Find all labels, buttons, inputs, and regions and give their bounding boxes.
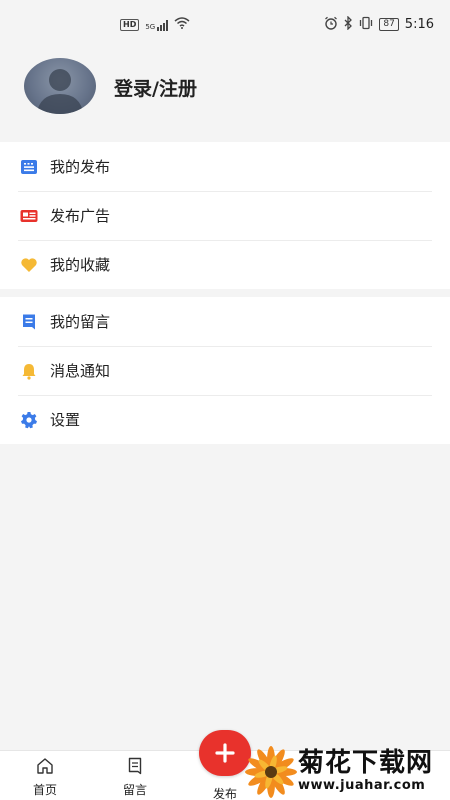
menu-label: 我的留言 bbox=[50, 313, 111, 331]
message-bookmark-icon bbox=[20, 313, 38, 331]
tab-label-messages: 留言 bbox=[122, 783, 147, 797]
menu-label: 我的收藏 bbox=[50, 256, 111, 274]
avatar[interactable] bbox=[24, 58, 96, 114]
watermark-url: www.juahar.com bbox=[298, 778, 426, 793]
hd-badge: HD bbox=[120, 18, 140, 31]
menu-item-favorites[interactable]: 我的收藏 bbox=[0, 240, 450, 289]
tab-home[interactable]: 首页 bbox=[15, 757, 75, 798]
home-icon bbox=[37, 758, 53, 774]
tab-label-post: 发布 bbox=[212, 787, 237, 800]
menu-item-post-ad[interactable]: 发布广告 bbox=[0, 191, 450, 240]
menu-item-settings[interactable]: 设置 bbox=[0, 395, 450, 444]
menu-label: 设置 bbox=[50, 411, 81, 429]
watermark-title: 菊花下载网 bbox=[298, 748, 434, 778]
menu-item-my-posts[interactable]: 我的发布 bbox=[0, 142, 450, 191]
menu-label: 发布广告 bbox=[50, 207, 111, 225]
status-left-indicators: HD 5G bbox=[120, 17, 190, 32]
menu-item-my-messages[interactable]: 我的留言 bbox=[0, 297, 450, 346]
tab-label-home: 首页 bbox=[32, 783, 57, 797]
watermark-text: 菊花下载网 www.juahar.com bbox=[298, 748, 433, 794]
tab-messages[interactable]: 留言 bbox=[105, 757, 165, 798]
menu-label: 消息通知 bbox=[50, 362, 111, 380]
document-list-icon bbox=[20, 158, 38, 176]
vibrate-icon bbox=[359, 16, 373, 33]
status-bar: HD 5G 87 5:16 bbox=[0, 0, 450, 46]
plus-icon bbox=[215, 743, 235, 763]
gear-icon bbox=[20, 411, 38, 429]
menu-label: 我的发布 bbox=[50, 158, 111, 176]
signal-icon: 5G bbox=[145, 19, 169, 31]
message-icon bbox=[128, 757, 142, 775]
status-time: 5:16 bbox=[404, 17, 434, 32]
wifi-icon bbox=[174, 17, 190, 32]
flower-logo-icon bbox=[245, 746, 297, 798]
menu-item-notifications[interactable]: 消息通知 bbox=[0, 346, 450, 395]
battery-indicator: 87 bbox=[379, 18, 399, 31]
watermark: 菊花下载网 www.juahar.com bbox=[244, 744, 450, 800]
heart-icon bbox=[20, 256, 38, 274]
bell-icon bbox=[20, 362, 38, 380]
login-register-link[interactable]: 登录/注册 bbox=[114, 74, 197, 101]
user-silhouette-icon bbox=[36, 69, 84, 114]
bluetooth-icon bbox=[344, 15, 353, 33]
menu-group-primary: 我的发布 发布广告 我的收藏 bbox=[0, 142, 450, 289]
profile-header[interactable]: 登录/注册 bbox=[0, 46, 450, 142]
ad-card-icon bbox=[20, 207, 38, 225]
network-type-label: 5G bbox=[145, 22, 156, 31]
alarm-icon bbox=[324, 16, 338, 33]
status-right-indicators: 87 5:16 bbox=[324, 15, 434, 33]
menu-group-secondary: 我的留言 消息通知 设置 bbox=[0, 297, 450, 444]
